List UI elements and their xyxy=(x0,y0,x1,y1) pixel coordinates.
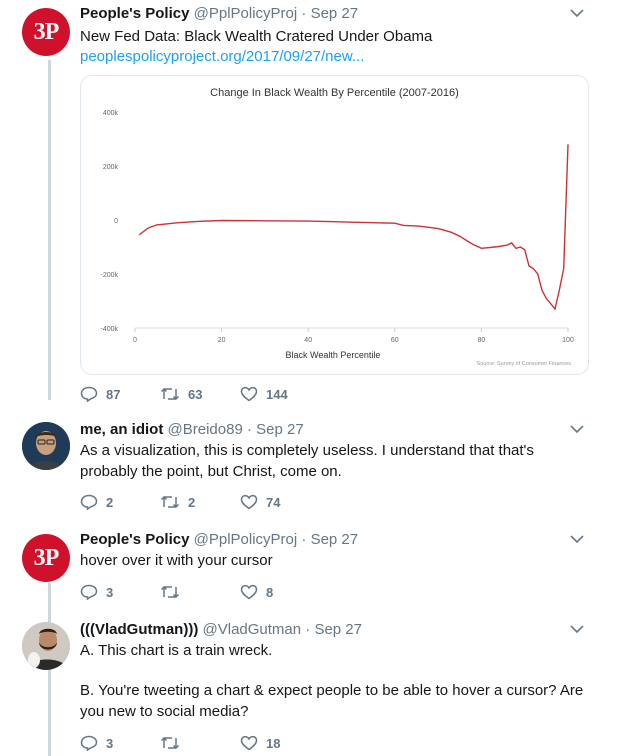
avatar[interactable]: 3P xyxy=(22,534,70,582)
chart-source: Source: Survey of Consumer Finances xyxy=(477,361,572,367)
handle[interactable]: @Breido89 xyxy=(168,421,243,438)
avatar-logo-text: 3P xyxy=(33,544,60,571)
x-axis-label: Black Wealth Percentile xyxy=(286,350,381,360)
user-photo xyxy=(22,422,70,470)
like-icon xyxy=(240,386,258,402)
tweet-text: As a visualization, this is completely u… xyxy=(80,442,534,480)
chevron-down-icon[interactable] xyxy=(570,8,584,18)
timestamp[interactable]: Sep 27 xyxy=(311,531,359,548)
separator: · xyxy=(301,531,307,548)
tweet[interactable]: me, an idiot @Breido89 · Sep 27 As a vis… xyxy=(0,420,618,520)
tweet-actions: 3 8 xyxy=(80,582,380,602)
avatar[interactable]: 3P xyxy=(22,8,70,56)
reply-button[interactable]: 3 xyxy=(80,582,113,602)
tweet-header: (((VladGutman))) @VladGutman · Sep 27 xyxy=(80,620,362,640)
reply-button[interactable]: 87 xyxy=(80,384,120,404)
tweet[interactable]: 3P People's Policy @PplPolicyProj · Sep … xyxy=(0,530,618,610)
reply-button[interactable]: 2 xyxy=(80,492,113,512)
x-tick-label: 60 xyxy=(391,337,399,344)
tweet-actions: 87 63 144 xyxy=(80,384,380,404)
separator: · xyxy=(246,421,252,438)
separator: · xyxy=(305,621,311,638)
handle[interactable]: @PplPolicyProj xyxy=(194,5,298,22)
retweet-icon xyxy=(160,736,180,750)
retweet-count: 2 xyxy=(188,494,196,510)
timestamp[interactable]: Sep 27 xyxy=(256,421,304,438)
x-tick-label: 0 xyxy=(133,337,137,344)
tweet-text: hover over it with your cursor xyxy=(80,552,273,569)
y-tick-label: -400k xyxy=(100,326,118,333)
user-photo xyxy=(22,622,70,670)
handle[interactable]: @PplPolicyProj xyxy=(194,531,298,548)
chart-card[interactable]: Change In Black Wealth By Percentile (20… xyxy=(80,75,589,375)
tweet-header: People's Policy @PplPolicyProj · Sep 27 xyxy=(80,530,358,550)
avatar[interactable] xyxy=(22,422,70,470)
like-count: 18 xyxy=(266,735,281,751)
reply-icon xyxy=(80,735,98,751)
y-tick-label: 200k xyxy=(103,164,119,171)
tweet-header: me, an idiot @Breido89 · Sep 27 xyxy=(80,420,304,440)
display-name[interactable]: me, an idiot xyxy=(80,421,163,438)
retweet-button[interactable] xyxy=(160,733,188,753)
like-count: 144 xyxy=(266,386,288,402)
avatar-logo-text: 3P xyxy=(33,18,60,45)
like-icon xyxy=(240,584,258,600)
like-count: 8 xyxy=(266,584,274,600)
display-name[interactable]: People's Policy xyxy=(80,5,189,22)
retweet-button[interactable] xyxy=(160,582,188,602)
y-tick-label: 0 xyxy=(114,218,118,225)
reply-count: 2 xyxy=(106,494,114,510)
x-tick-label: 80 xyxy=(478,337,486,344)
separator: · xyxy=(301,5,307,22)
chevron-down-icon[interactable] xyxy=(570,624,584,634)
line-chart: 400k 200k 0 -200k -400k 0 20 40 60 80 100 Black W… xyxy=(100,110,574,367)
x-tick-label: 40 xyxy=(304,337,312,344)
chevron-down-icon[interactable] xyxy=(570,424,584,434)
like-button[interactable]: 8 xyxy=(240,582,273,602)
display-name[interactable]: People's Policy xyxy=(80,531,189,548)
like-icon xyxy=(240,494,258,510)
like-button[interactable]: 144 xyxy=(240,384,288,404)
retweet-count: 63 xyxy=(188,386,203,402)
retweet-icon xyxy=(160,585,180,599)
tweet-link[interactable]: peoplespolicyproject.org/2017/09/27/new.… xyxy=(80,46,590,67)
like-icon xyxy=(240,735,258,751)
like-count: 74 xyxy=(266,494,281,510)
x-tick-label: 20 xyxy=(218,337,226,344)
reply-count: 87 xyxy=(106,386,121,402)
reply-icon xyxy=(80,386,98,402)
tweet[interactable]: 3P People's Policy @PplPolicyProj · Sep … xyxy=(0,4,618,404)
timestamp[interactable]: Sep 27 xyxy=(311,5,359,22)
y-tick-label: 400k xyxy=(103,110,119,117)
retweet-button[interactable]: 63 xyxy=(160,384,202,404)
x-tick-label: 100 xyxy=(562,337,574,344)
reply-count: 3 xyxy=(106,584,114,600)
tweet-actions: 2 2 74 xyxy=(80,492,380,512)
avatar[interactable] xyxy=(22,622,70,670)
retweet-icon xyxy=(160,495,180,509)
tweet-actions: 3 18 xyxy=(80,733,380,753)
reply-count: 3 xyxy=(106,735,114,751)
tweet[interactable]: (((VladGutman))) @VladGutman · Sep 27 A.… xyxy=(0,620,618,756)
reply-button[interactable]: 3 xyxy=(80,733,113,753)
like-button[interactable]: 74 xyxy=(240,492,280,512)
tweet-text-a: A. This chart is a train wreck. xyxy=(80,642,273,659)
retweet-icon xyxy=(160,387,180,401)
series-line xyxy=(138,144,569,311)
y-tick-label: -200k xyxy=(100,272,118,279)
like-button[interactable]: 18 xyxy=(240,733,280,753)
tweet-header: People's Policy @PplPolicyProj · Sep 27 xyxy=(80,4,358,24)
tweet-text-b: B. You're tweeting a chart & expect peop… xyxy=(80,682,584,720)
reply-icon xyxy=(80,584,98,600)
chevron-down-icon[interactable] xyxy=(570,534,584,544)
timestamp[interactable]: Sep 27 xyxy=(314,621,362,638)
reply-icon xyxy=(80,494,98,510)
handle[interactable]: @VladGutman xyxy=(203,621,302,638)
retweet-button[interactable]: 2 xyxy=(160,492,195,512)
display-name[interactable]: (((VladGutman))) xyxy=(80,621,198,638)
tweet-text: New Fed Data: Black Wealth Cratered Unde… xyxy=(80,28,433,45)
